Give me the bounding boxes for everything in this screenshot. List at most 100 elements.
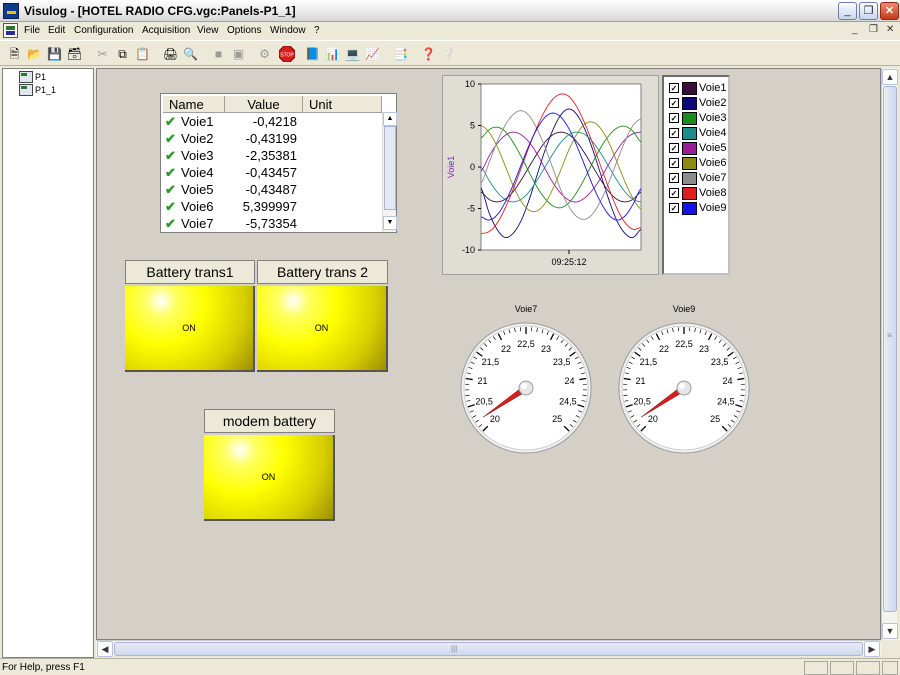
tree-item-label: P1_1 [35, 85, 57, 95]
scroll-up-arrow-icon[interactable]: ▲ [383, 112, 397, 126]
help-icon[interactable]: ❓ [420, 45, 437, 62]
gauge-hub-highlight [679, 383, 685, 389]
table-row[interactable]: ✔ Voie4 -0,43457 [165, 165, 381, 182]
project-tree[interactable]: P1 P1_1 [2, 68, 94, 658]
connect-icon[interactable]: ■ [210, 45, 227, 62]
menu-file[interactable]: File [24, 25, 40, 36]
menu-edit[interactable]: Edit [48, 25, 65, 36]
stop-icon[interactable]: STOP [278, 45, 295, 62]
checkbox-checked-icon[interactable]: ✓ [669, 83, 679, 93]
save-all-icon[interactable]: 🗃 [66, 45, 83, 62]
menu-options[interactable]: Options [227, 25, 261, 36]
save-icon[interactable]: 💾 [46, 45, 63, 62]
gauge-voie7[interactable]: Voie7 20 20,5 21 21,5 22 22,5 23 23,5 24 24,5 25 [456, 304, 596, 464]
tree-item-p1-1[interactable]: P1_1 [19, 84, 56, 96]
menu-view[interactable]: View [197, 25, 219, 36]
open-folder-icon[interactable]: 📂 [26, 45, 43, 62]
gauge-tick-label: 22 [659, 344, 669, 354]
mdi-restore-button[interactable]: ❐ [869, 24, 878, 35]
screen-icon[interactable]: 💻 [344, 45, 361, 62]
gauge-tick-label: 20 [648, 414, 658, 424]
legend-item-voie1[interactable]: ✓ Voie1 [669, 81, 727, 95]
checkbox-checked-icon[interactable]: ✓ [669, 113, 679, 123]
menu-window[interactable]: Window [270, 25, 306, 36]
context-help-icon[interactable]: ❔ [440, 45, 457, 62]
document-icon[interactable] [3, 23, 18, 38]
checkbox-checked-icon[interactable]: ✓ [669, 173, 679, 183]
values-table[interactable]: Name Value Unit ✔ Voie1 -0,4218 ✔ Voie2 -0,4… [160, 93, 397, 233]
battery-trans2-indicator[interactable]: ON [257, 286, 388, 372]
print-preview-icon[interactable]: 🔍 [182, 45, 199, 62]
tree-item-p1[interactable]: P1 [19, 71, 46, 83]
restore-button[interactable]: ❐ [859, 2, 878, 20]
scroll-down-arrow-icon[interactable]: ▼ [882, 623, 898, 639]
scroll-down-arrow-icon[interactable]: ▼ [383, 216, 397, 230]
legend-label: Voie3 [699, 112, 727, 124]
report-icon[interactable]: 📑 [392, 45, 409, 62]
checkbox-checked-icon[interactable]: ✓ [669, 188, 679, 198]
checkbox-checked-icon[interactable]: ✓ [669, 203, 679, 213]
checkbox-checked-icon[interactable]: ✓ [669, 158, 679, 168]
cut-icon[interactable]: ✂ [94, 45, 111, 62]
table-row[interactable]: ✔ Voie2 -0,43199 [165, 131, 381, 148]
legend-item-voie3[interactable]: ✓ Voie3 [669, 111, 727, 125]
horizontal-scroll-thumb[interactable]: ||| [114, 642, 863, 656]
legend-item-voie7[interactable]: ✓ Voie7 [669, 171, 727, 185]
legend-item-voie6[interactable]: ✓ Voie6 [669, 156, 727, 170]
table-scroll-thumb[interactable] [384, 126, 396, 210]
minimize-button[interactable]: _ [838, 2, 857, 20]
visulog-app-icon[interactable] [3, 3, 19, 19]
legend-item-voie4[interactable]: ✓ Voie4 [669, 126, 727, 140]
checkbox-checked-icon[interactable]: ✓ [669, 143, 679, 153]
print-icon[interactable]: 🖨 [162, 45, 179, 62]
gauge-tick-label: 24,5 [717, 397, 735, 407]
vertical-scroll-thumb[interactable]: ≡ [883, 86, 897, 612]
scroll-right-arrow-icon[interactable]: ▶ [864, 641, 880, 657]
table-row[interactable]: ✔ Voie6 5,399997 [165, 199, 381, 216]
trend-chart[interactable]: 10 5 0 -5 -10 Voie1 09:25:12 [442, 75, 659, 275]
gauge-tick-label: 22,5 [675, 339, 693, 349]
checkbox-checked-icon[interactable]: ✓ [669, 98, 679, 108]
column-header-name[interactable]: Name [163, 96, 225, 113]
modem-battery-indicator[interactable]: ON [204, 435, 335, 521]
row-name: Voie4 [181, 165, 214, 180]
menu-configuration[interactable]: Configuration [74, 25, 133, 36]
battery-trans1-indicator[interactable]: ON [125, 286, 255, 372]
gauge-voie9[interactable]: Voie9 20 20,5 21 21,5 22 22,5 23 23,5 24 24,5 25 [614, 304, 754, 464]
legend-item-voie8[interactable]: ✓ Voie8 [669, 186, 727, 200]
close-button[interactable]: ✕ [880, 2, 899, 20]
book-icon[interactable]: 📘 [304, 45, 321, 62]
scroll-left-arrow-icon[interactable]: ◀ [97, 641, 113, 657]
table-row[interactable]: ✔ Voie7 -5,73354 [165, 216, 381, 233]
menu-help[interactable]: ? [314, 25, 320, 36]
table-row[interactable]: ✔ Voie5 -0,43487 [165, 182, 381, 199]
panel-icon[interactable]: 📊 [324, 45, 341, 62]
menu-acquisition[interactable]: Acquisition [142, 25, 190, 36]
legend-item-voie5[interactable]: ✓ Voie5 [669, 141, 727, 155]
table-row[interactable]: ✔ Voie3 -2,35381 [165, 148, 381, 165]
legend-item-voie2[interactable]: ✓ Voie2 [669, 96, 727, 110]
vertical-scrollbar[interactable]: ▲ ≡ ▼ [881, 68, 898, 640]
chart-icon[interactable]: 📈 [364, 45, 381, 62]
checkbox-checked-icon[interactable]: ✓ [669, 128, 679, 138]
grip-icon: ||| [451, 644, 458, 653]
column-header-unit[interactable]: Unit [303, 96, 382, 113]
horizontal-scrollbar[interactable]: ◀ ||| ▶ [96, 640, 881, 657]
modem-battery-label: modem battery [204, 409, 335, 433]
mdi-close-button[interactable]: ✕ [886, 24, 894, 35]
new-file-icon[interactable]: 🗎 [6, 45, 23, 62]
column-header-value[interactable]: Value [225, 96, 303, 113]
paste-icon[interactable]: 📋 [134, 45, 151, 62]
title-bar[interactable]: Visulog - [HOTEL RADIO CFG.vgc:Panels-P1… [0, 0, 900, 22]
disconnect-icon[interactable]: ▣ [230, 45, 247, 62]
table-row[interactable]: ✔ Voie1 -0,4218 [165, 114, 381, 131]
gauge-title: Voie9 [672, 304, 696, 314]
legend-item-voie9[interactable]: ✓ Voie9 [669, 201, 727, 215]
resize-grip-icon[interactable] [882, 661, 898, 675]
scroll-up-arrow-icon[interactable]: ▲ [882, 69, 898, 85]
copy-icon[interactable]: ⧉ [114, 45, 131, 62]
table-scrollbar[interactable]: ▲ ▼ [382, 112, 397, 232]
battery-trans2-label: Battery trans 2 [257, 260, 388, 284]
settings-icon[interactable]: ⚙ [256, 45, 273, 62]
mdi-minimize-button[interactable]: _ [852, 24, 858, 35]
